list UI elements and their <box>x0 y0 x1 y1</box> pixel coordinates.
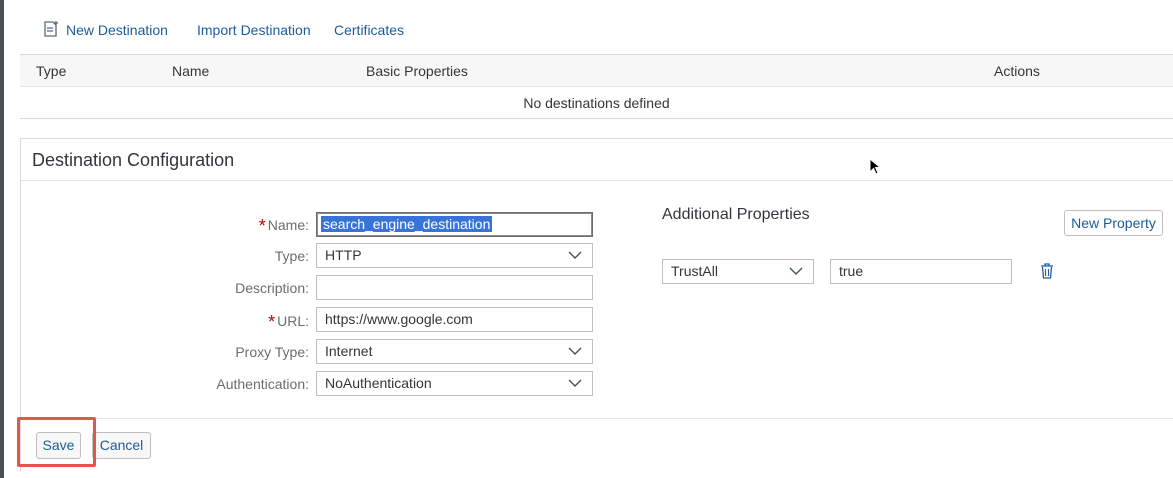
authentication-select[interactable]: NoAuthentication <box>316 371 593 396</box>
chevron-down-icon <box>568 379 582 387</box>
url-input[interactable]: https://www.google.com <box>316 307 593 332</box>
property-key-select[interactable]: TrustAll <box>662 259 814 284</box>
type-select[interactable]: HTTP <box>316 243 593 268</box>
property-value-text: true <box>839 263 864 279</box>
property-value-input[interactable]: true <box>830 259 1012 284</box>
column-header-type[interactable]: Type <box>36 63 66 79</box>
chevron-down-icon <box>568 251 582 259</box>
description-label: Description: <box>235 280 309 296</box>
additional-properties-title: Additional Properties <box>662 206 810 223</box>
column-header-name[interactable]: Name <box>172 63 209 79</box>
property-key-value: TrustAll <box>671 263 718 279</box>
url-label: * URL: <box>109 312 309 333</box>
column-header-actions: Actions <box>994 63 1040 79</box>
save-button[interactable]: Save <box>36 432 81 459</box>
proxy-type-label: Proxy Type: <box>235 344 309 360</box>
authentication-select-value: NoAuthentication <box>325 375 432 391</box>
name-label: * Name: <box>109 216 309 237</box>
empty-table-message: No destinations defined <box>20 87 1173 119</box>
proxy-type-select-value: Internet <box>325 343 373 359</box>
url-label-text: URL: <box>277 313 309 329</box>
chevron-down-icon <box>568 347 582 355</box>
url-input-value: https://www.google.com <box>325 311 473 327</box>
new-property-button[interactable]: New Property <box>1064 210 1163 236</box>
proxy-type-select[interactable]: Internet <box>316 339 593 364</box>
type-select-value: HTTP <box>325 247 362 263</box>
certificates-button[interactable]: Certificates <box>334 18 404 42</box>
toolbar: New Destination Import Destination Certi… <box>20 0 1173 55</box>
panel-title: Destination Configuration <box>21 139 1173 181</box>
chevron-down-icon <box>789 267 803 275</box>
new-destination-label: New Destination <box>66 22 168 38</box>
destinations-table-header: Type Name Basic Properties Actions <box>20 55 1173 87</box>
trash-icon[interactable] <box>1039 262 1055 280</box>
authentication-label: Authentication: <box>216 376 309 392</box>
new-destination-button[interactable]: New Destination <box>42 18 168 42</box>
required-indicator: * <box>258 216 266 236</box>
name-input[interactable]: search_engine_destination <box>316 212 593 237</box>
cancel-button[interactable]: Cancel <box>92 432 151 459</box>
name-input-value: search_engine_destination <box>321 216 493 232</box>
import-destination-button[interactable]: Import Destination <box>197 18 311 42</box>
new-document-icon <box>44 21 58 37</box>
destination-configuration-panel: Destination Configuration * Name: search_… <box>20 138 1173 471</box>
required-indicator: * <box>268 312 276 332</box>
column-header-basic-properties[interactable]: Basic Properties <box>366 63 468 79</box>
mouse-cursor-icon <box>869 158 881 175</box>
description-input[interactable] <box>316 275 593 300</box>
type-label: Type: <box>274 248 309 264</box>
name-label-text: Name: <box>267 217 309 233</box>
panel-footer: Save Cancel <box>21 418 1173 471</box>
